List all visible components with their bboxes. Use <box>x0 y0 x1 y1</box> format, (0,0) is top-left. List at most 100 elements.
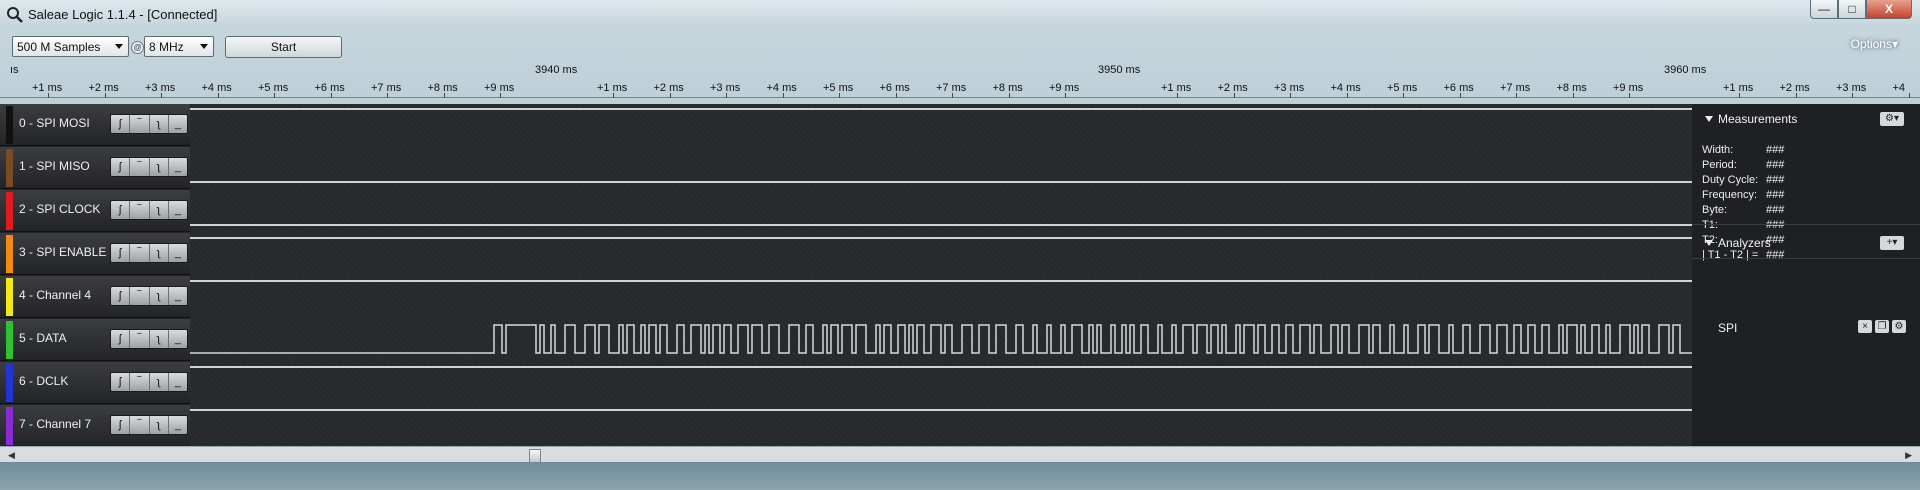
low-level-trigger-icon[interactable]: _ <box>169 158 187 176</box>
channel-area[interactable]: 0 - SPI MOSI ʃ ‾ ʅ _ 1 - SPI MISO ʃ ‾ ʅ _ 2 - SPI … <box>0 104 1692 448</box>
falling-edge-trigger-icon[interactable]: ʅ <box>150 373 169 391</box>
falling-edge-trigger-icon[interactable]: ʅ <box>150 115 169 133</box>
channel-track[interactable] <box>190 319 1692 362</box>
close-button[interactable]: X <box>1866 0 1912 19</box>
scroll-thumb[interactable] <box>529 449 541 463</box>
copy-icon[interactable]: ❐ <box>1875 320 1889 333</box>
channel-label-box[interactable]: 6 - DCLK ʃ ‾ ʅ _ <box>0 362 190 404</box>
rising-edge-trigger-icon[interactable]: ʃ <box>111 244 131 262</box>
channel-track[interactable] <box>190 104 1692 147</box>
ruler-tick <box>274 93 275 98</box>
measurement-label: T1: <box>1702 219 1718 231</box>
analyzer-item-spi[interactable]: SPI <box>1718 321 1737 335</box>
low-level-trigger-icon[interactable]: _ <box>169 373 187 391</box>
horizontal-scrollbar[interactable]: ◀ ▶ <box>0 446 1920 463</box>
high-level-trigger-icon[interactable]: ‾ <box>130 158 150 176</box>
samples-value: 500 M Samples <box>17 40 101 54</box>
rising-edge-trigger-icon[interactable]: ʃ <box>111 373 131 391</box>
trigger-selector: ʃ ‾ ʅ _ <box>110 415 188 435</box>
gear-icon[interactable]: ⚙▾ <box>1880 112 1904 126</box>
channel-label-box[interactable]: 7 - Channel 7 ʃ ‾ ʅ _ <box>0 405 190 447</box>
channel-name: 2 - SPI CLOCK <box>19 202 101 216</box>
channel-track[interactable] <box>190 147 1692 190</box>
channel-track[interactable] <box>190 276 1692 319</box>
measurement-label: Byte: <box>1702 204 1728 216</box>
channel-label-box[interactable]: 1 - SPI MISO ʃ ‾ ʅ _ <box>0 147 190 189</box>
ruler-tick <box>217 93 219 98</box>
ruler-tick <box>500 93 501 98</box>
signal-line <box>190 181 1692 183</box>
measurement-value: ### <box>1766 219 1785 231</box>
low-level-trigger-icon[interactable]: _ <box>169 416 187 434</box>
low-level-trigger-icon[interactable]: _ <box>169 244 187 262</box>
trigger-selector: ʃ ‾ ʅ _ <box>110 157 188 177</box>
channel-label-box[interactable]: 4 - Channel 4 ʃ ‾ ʅ _ <box>0 276 190 318</box>
channel-track[interactable] <box>190 233 1692 276</box>
analyzers-header[interactable]: Analyzers +▾ <box>1692 232 1920 256</box>
channel-track[interactable] <box>190 405 1692 448</box>
ruler-tick <box>782 93 784 98</box>
title-bar: Saleae Logic 1.1.4 - [Connected] — □ X <box>0 0 1920 29</box>
low-level-trigger-icon[interactable]: _ <box>169 330 187 348</box>
scroll-right-icon[interactable]: ▶ <box>1905 450 1912 461</box>
rising-edge-trigger-icon[interactable]: ʃ <box>111 201 131 219</box>
minimize-button[interactable]: — <box>1810 0 1838 19</box>
maximize-button[interactable]: □ <box>1838 0 1866 19</box>
channel-row: 3 - SPI ENABLE ʃ ‾ ʅ _ <box>0 233 1692 276</box>
data-waveform <box>190 324 1692 354</box>
signal-line <box>190 366 1692 368</box>
channel-track[interactable] <box>190 190 1692 233</box>
channel-row: 7 - Channel 7 ʃ ‾ ʅ _ <box>0 405 1692 448</box>
channel-name: 5 - DATA <box>19 331 67 345</box>
high-level-trigger-icon[interactable]: ‾ <box>130 244 150 262</box>
chevron-down-icon <box>115 44 123 49</box>
channel-label-box[interactable]: 5 - DATA ʃ ‾ ʅ _ <box>0 319 190 361</box>
rate-select[interactable]: 8 MHz <box>144 36 214 57</box>
low-level-trigger-icon[interactable]: _ <box>169 201 187 219</box>
low-level-trigger-icon[interactable]: _ <box>169 115 187 133</box>
falling-edge-trigger-icon[interactable]: ʅ <box>150 416 169 434</box>
measurements-header[interactable]: Measurements ⚙▾ <box>1692 108 1920 132</box>
channel-row: 4 - Channel 4 ʃ ‾ ʅ _ <box>0 276 1692 319</box>
channel-name: 0 - SPI MOSI <box>19 116 90 130</box>
ruler-tick <box>1908 93 1910 98</box>
ruler-tick <box>726 93 727 98</box>
gear-icon[interactable]: ⚙ <box>1892 320 1906 333</box>
falling-edge-trigger-icon[interactable]: ʅ <box>150 244 169 262</box>
scroll-left-icon[interactable]: ◀ <box>8 450 15 461</box>
falling-edge-trigger-icon[interactable]: ʅ <box>150 330 169 348</box>
channel-track[interactable] <box>190 362 1692 405</box>
channel-row: 6 - DCLK ʃ ‾ ʅ _ <box>0 362 1692 405</box>
rising-edge-trigger-icon[interactable]: ʃ <box>111 330 131 348</box>
rising-edge-trigger-icon[interactable]: ʃ <box>111 287 131 305</box>
ruler-tick <box>839 93 840 98</box>
rising-edge-trigger-icon[interactable]: ʃ <box>111 158 131 176</box>
ruler-tick <box>1795 93 1797 98</box>
samples-select[interactable]: 500 M Samples <box>12 36 129 57</box>
high-level-trigger-icon[interactable]: ‾ <box>130 330 150 348</box>
high-level-trigger-icon[interactable]: ‾ <box>130 416 150 434</box>
channel-label-box[interactable]: 3 - SPI ENABLE ʃ ‾ ʅ _ <box>0 233 190 275</box>
start-button[interactable]: Start <box>225 36 342 58</box>
channel-label-box[interactable]: 0 - SPI MOSI ʃ ‾ ʅ _ <box>0 104 190 146</box>
falling-edge-trigger-icon[interactable]: ʅ <box>150 287 169 305</box>
close-icon[interactable]: × <box>1858 320 1872 333</box>
falling-edge-trigger-icon[interactable]: ʅ <box>150 158 169 176</box>
rising-edge-trigger-icon[interactable]: ʃ <box>111 416 131 434</box>
add-analyzer-icon[interactable]: +▾ <box>1880 236 1904 250</box>
desktop-background <box>0 462 1920 490</box>
ruler-tick <box>1346 93 1348 98</box>
rising-edge-trigger-icon[interactable]: ʃ <box>111 115 131 133</box>
channel-label-box[interactable]: 2 - SPI CLOCK ʃ ‾ ʅ _ <box>0 190 190 232</box>
ruler-tick <box>669 93 671 98</box>
high-level-trigger-icon[interactable]: ‾ <box>130 287 150 305</box>
ruler-tick <box>48 93 49 98</box>
analyzer-actions: × ❐ ⚙ <box>1858 320 1906 333</box>
ruler-tick <box>1177 93 1178 98</box>
high-level-trigger-icon[interactable]: ‾ <box>130 201 150 219</box>
high-level-trigger-icon[interactable]: ‾ <box>130 115 150 133</box>
high-level-trigger-icon[interactable]: ‾ <box>130 373 150 391</box>
options-button[interactable]: Options▾ <box>1851 37 1898 51</box>
falling-edge-trigger-icon[interactable]: ʅ <box>150 201 169 219</box>
low-level-trigger-icon[interactable]: _ <box>169 287 187 305</box>
